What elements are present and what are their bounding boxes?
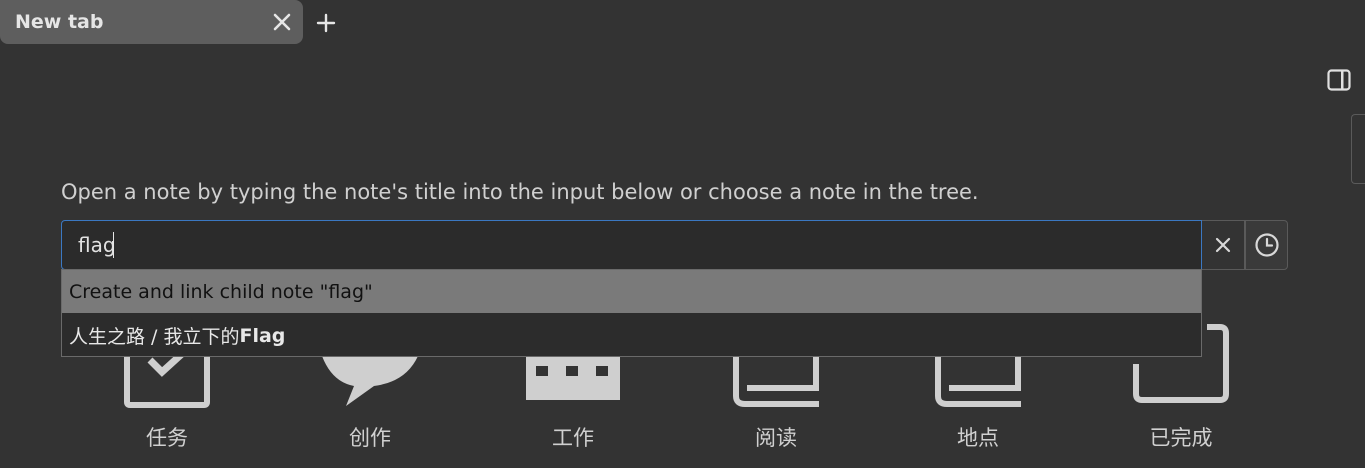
note-search-input[interactable] [61,220,1202,270]
grid-label: 工作 [552,426,594,450]
book-icon [733,356,819,407]
option-label: Create and link child note "flag" [69,280,373,303]
book-icon [935,356,1021,407]
autocomplete-dropdown: Create and link child note "flag" 人生之路 /… [61,269,1202,357]
grid-label: 阅读 [755,426,797,450]
result-path: 人生之路 / 我立下的 [69,326,240,348]
sidebar-toggle-icon[interactable] [1327,69,1351,91]
calendar-icon [526,356,620,400]
grid-label: 任务 [146,426,188,450]
checkbox-icon [124,356,210,408]
text-caret [113,232,114,258]
grid-label: 地点 [957,426,999,450]
new-tab-plus-icon[interactable] [315,12,337,34]
tab-title: New tab [15,11,104,33]
recent-notes-button[interactable] [1245,220,1288,270]
hint-text: Open a note by typing the note's title i… [61,180,979,204]
clock-icon [1254,233,1279,257]
tab-new-tab[interactable]: New tab [0,0,303,44]
tab-close-icon[interactable] [272,12,292,32]
note-search-bar [61,220,1288,270]
grid-label: 已完成 [1149,426,1213,450]
speech-bubble-icon [322,356,418,406]
search-result-option[interactable]: 人生之路 / 我立下的 Flag [62,314,1201,357]
clear-search-button[interactable] [1202,220,1245,270]
right-pane-handle[interactable] [1351,114,1365,184]
grid-label: 创作 [349,426,391,450]
result-match-highlight: Flag [239,324,286,347]
create-child-note-option[interactable]: Create and link child note "flag" [62,270,1201,313]
close-icon [1215,237,1231,253]
